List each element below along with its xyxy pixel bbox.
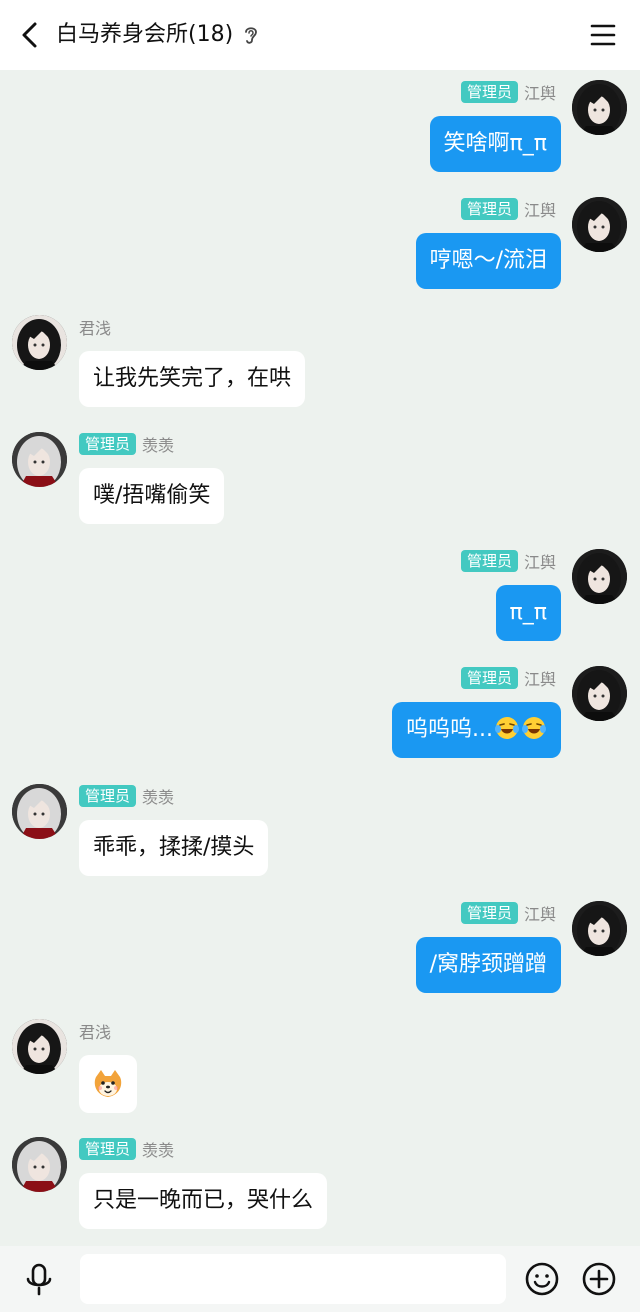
chat-title[interactable]: 白马养身会所(18): [56, 17, 233, 53]
crying-laughing-emoji-icon: [520, 717, 547, 742]
message-bubble[interactable]: 让我先笑完了，在哄: [79, 351, 306, 407]
admin-badge: 管理员: [79, 785, 137, 807]
message-text: /窝脖颈蹭蹭: [429, 952, 547, 977]
ear-icon[interactable]: [241, 24, 261, 46]
sender-name: 羡羡: [142, 788, 175, 807]
message-text: 噗/捂嘴偷笑: [93, 483, 211, 508]
avatar[interactable]: [572, 549, 627, 604]
sender-name: 江舆: [523, 201, 556, 220]
sender-row: 管理员 羡羡: [79, 784, 174, 808]
sender-row: 管理员 江舆: [460, 901, 556, 925]
avatar[interactable]: [12, 1019, 67, 1074]
message-bubble[interactable]: 乖乖，揉揉/摸头: [79, 820, 269, 876]
sender-row: 管理员 羡羡: [79, 432, 174, 456]
input-bar: [0, 1246, 640, 1312]
message-text: π_π: [509, 600, 548, 625]
message-bubble[interactable]: /窝脖颈蹭蹭: [415, 937, 561, 993]
smiley-icon[interactable]: [524, 1261, 560, 1297]
message-item: 管理员 羡羡噗/捂嘴偷笑: [0, 432, 640, 542]
message-item: 管理员 江舆呜呜呜...: [0, 666, 640, 776]
message-item: 管理员 羡羡只是一晚而已，哭什么: [0, 1137, 640, 1246]
message-bubble[interactable]: π_π: [495, 585, 561, 641]
avatar[interactable]: [572, 197, 627, 252]
message-item: 君浅让我先笑完了，在哄: [0, 315, 640, 425]
admin-badge: 管理员: [460, 81, 518, 103]
sender-row: 管理员 江舆: [460, 80, 556, 104]
avatar[interactable]: [572, 901, 627, 956]
sender-name: 羡羡: [142, 436, 175, 455]
sender-name: 君浅: [79, 1023, 112, 1042]
admin-badge: 管理员: [460, 667, 518, 689]
plus-circle-icon[interactable]: [581, 1261, 617, 1297]
admin-badge: 管理员: [79, 1138, 137, 1160]
message-list[interactable]: 管理员 江舆 笑啥啊π_π 管理员 江舆 哼嗯～/流泪 君浅 让我先笑完了，在哄 管理员 羡羡 噗/…: [0, 70, 640, 1246]
message-text: 哼嗯～/流泪: [429, 248, 547, 273]
message-bubble[interactable]: 笑啥啊π_π: [429, 116, 561, 172]
sender-name: 江舆: [523, 84, 556, 103]
sender-row: 管理员 江舆: [460, 666, 556, 690]
sender-name: 江舆: [523, 670, 556, 689]
microphone-icon[interactable]: [22, 1262, 56, 1298]
sender-row: 管理员 江舆: [460, 549, 556, 573]
message-bubble[interactable]: 噗/捂嘴偷笑: [79, 468, 225, 524]
sender-row: 君浅: [79, 315, 111, 339]
message-bubble[interactable]: 只是一晚而已，哭什么: [79, 1173, 328, 1229]
message-text: 乖乖，揉揉/摸头: [93, 835, 255, 860]
message-bubble[interactable]: 哼嗯～/流泪: [415, 233, 561, 289]
avatar[interactable]: [12, 784, 67, 839]
message-text: 呜呜呜...: [406, 717, 493, 742]
message-text: 笑啥啊π_π: [443, 131, 548, 156]
sender-name: 羡羡: [142, 1141, 175, 1160]
sender-name: 江舆: [523, 905, 556, 924]
message-bubble[interactable]: [79, 1055, 137, 1113]
message-item: 管理员 江舆笑啥啊π_π: [0, 80, 640, 190]
message-item: 君浅: [0, 1019, 640, 1129]
avatar[interactable]: [12, 1137, 67, 1192]
avatar[interactable]: [572, 666, 627, 721]
hamburger-menu-icon[interactable]: [590, 22, 616, 48]
admin-badge: 管理员: [460, 550, 518, 572]
avatar[interactable]: [12, 432, 67, 487]
message-text: 只是一晚而已，哭什么: [93, 1188, 314, 1213]
message-item: 管理员 江舆/窝脖颈蹭蹭: [0, 901, 640, 1011]
admin-badge: 管理员: [460, 902, 518, 924]
sender-name: 江舆: [523, 553, 556, 572]
chevron-left-icon[interactable]: [14, 18, 48, 52]
sender-row: 管理员 江舆: [460, 197, 556, 221]
message-item: 管理员 江舆 π_π: [0, 549, 640, 659]
sender-name: 君浅: [79, 319, 112, 338]
avatar[interactable]: [572, 80, 627, 135]
admin-badge: 管理员: [460, 198, 518, 220]
avatar[interactable]: [12, 315, 67, 370]
message-bubble[interactable]: 呜呜呜...: [392, 702, 561, 758]
message-item: 管理员 羡羡乖乖，揉揉/摸头: [0, 784, 640, 894]
sender-row: 管理员 羡羡: [79, 1137, 174, 1161]
shiba-dog-emoji-icon: [91, 1067, 125, 1101]
admin-badge: 管理员: [79, 433, 137, 455]
sender-row: 君浅: [79, 1019, 111, 1043]
crying-laughing-emoji-icon: [493, 717, 520, 742]
message-text: 让我先笑完了，在哄: [93, 366, 292, 391]
message-item: 管理员 江舆哼嗯～/流泪: [0, 197, 640, 307]
chat-header: 白马养身会所(18): [0, 0, 640, 70]
message-input[interactable]: [80, 1254, 506, 1304]
